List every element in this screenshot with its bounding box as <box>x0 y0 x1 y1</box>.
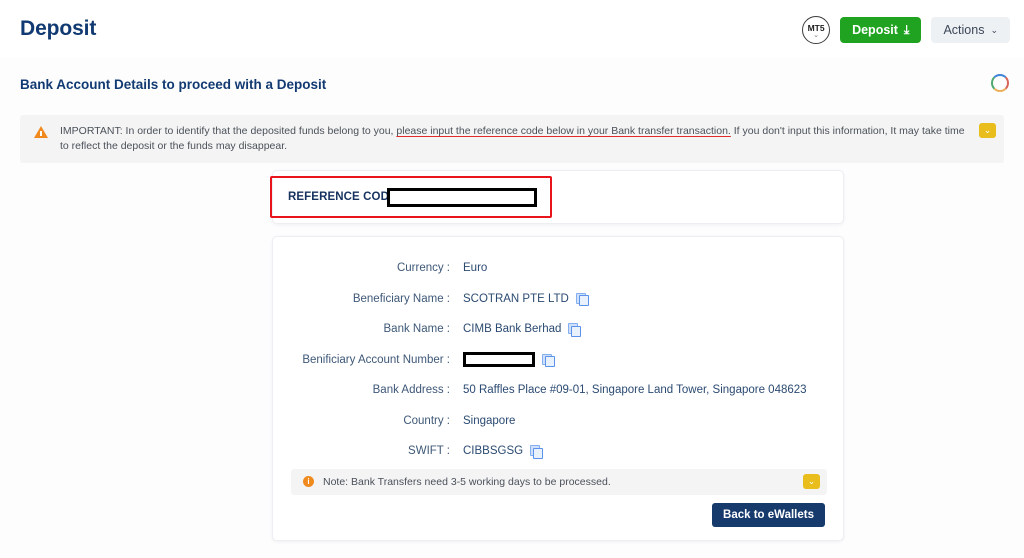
detail-value-text: Singapore <box>463 414 516 427</box>
top-bar: Deposit MT5 ⌄ Deposit ⤓ Actions ⌄ <box>0 0 1024 58</box>
detail-label: Benificiary Account Number : <box>302 353 450 366</box>
detail-value-text: CIBBSGSG <box>463 445 524 458</box>
important-banner: IMPORTANT: In order to identify that the… <box>20 115 1004 163</box>
detail-value-text: Euro <box>463 262 488 275</box>
account-number-redacted <box>463 352 535 368</box>
detail-label: Bank Name : <box>383 323 450 336</box>
actions-button[interactable]: Actions ⌄ <box>931 17 1010 43</box>
detail-value-text: 50 Raffles Place #09-01, Singapore Land … <box>463 384 807 397</box>
important-banner-collapse-icon[interactable]: ⌄ <box>979 123 996 138</box>
warning-triangle-icon <box>34 126 48 138</box>
detail-label: Country : <box>403 414 450 427</box>
page-title: Deposit <box>20 17 97 40</box>
detail-row: Bank Address : 50 Raffles Place #09-01, … <box>273 375 843 406</box>
detail-label: SWIFT : <box>408 445 450 458</box>
detail-row: SWIFT : CIBBSGSG <box>273 436 843 467</box>
top-bar-actions: MT5 ⌄ Deposit ⤓ Actions ⌄ <box>802 16 1010 44</box>
detail-value: CIMB Bank Berhad <box>463 323 582 337</box>
chevron-down-icon: ⌄ <box>990 24 998 35</box>
deposit-button-label: Deposit <box>852 23 898 37</box>
important-text-underlined: please input the reference code below in… <box>396 125 731 137</box>
chevron-down-icon: ⌄ <box>813 31 820 39</box>
detail-value: Euro <box>463 262 487 274</box>
deposit-page: Deposit MT5 ⌄ Deposit ⤓ Actions ⌄ Bank A… <box>0 0 1024 558</box>
detail-row: Country : Singapore <box>273 406 843 437</box>
detail-value <box>463 352 555 368</box>
copy-icon[interactable] <box>575 292 589 307</box>
mt5-account-badge[interactable]: MT5 ⌄ <box>802 16 831 44</box>
actions-button-label: Actions <box>943 23 985 37</box>
detail-value: SCOTRAN PTE LTD <box>463 292 589 307</box>
detail-row: Beneficiary Name : SCOTRAN PTE LTD <box>273 284 843 315</box>
copy-icon[interactable] <box>568 323 582 337</box>
info-icon: i <box>303 476 314 487</box>
section-heading: Bank Account Details to proceed with a D… <box>20 77 327 92</box>
copy-icon[interactable] <box>530 445 544 459</box>
detail-row: Currency : Euro <box>273 253 843 284</box>
important-text-before: IMPORTANT: In order to identify that the… <box>60 125 397 137</box>
detail-label: Beneficiary Name : <box>352 292 450 305</box>
detail-value-text: CIMB Bank Berhad <box>463 323 562 336</box>
detail-label: Bank Address : <box>372 384 450 397</box>
note-banner-collapse-icon[interactable]: ⌄ <box>803 474 820 489</box>
loading-spinner-icon <box>991 74 1009 92</box>
detail-value: 50 Raffles Place #09-01, Singapore Land … <box>463 384 807 396</box>
deposit-button[interactable]: Deposit ⤓ <box>840 17 922 43</box>
note-banner: i Note: Bank Transfers need 3-5 working … <box>291 469 827 495</box>
download-icon: ⤓ <box>903 22 910 37</box>
detail-row: Bank Name : CIMB Bank Berhad <box>273 314 843 345</box>
back-to-ewallets-button[interactable]: Back to eWallets <box>712 503 825 527</box>
detail-row: Benificiary Account Number : <box>273 345 843 376</box>
detail-value: Singapore <box>463 415 515 427</box>
important-banner-text: IMPORTANT: In order to identify that the… <box>60 124 970 154</box>
bank-details-card: Currency : Euro Beneficiary Name : SCOTR… <box>272 236 844 541</box>
detail-value: CIBBSGSG <box>463 445 544 459</box>
detail-value-text: SCOTRAN PTE LTD <box>463 292 569 305</box>
detail-label: Currency : <box>396 262 450 275</box>
note-banner-text: Note: Bank Transfers need 3-5 working da… <box>323 476 611 488</box>
copy-icon[interactable] <box>542 353 555 368</box>
reference-code-value-redacted <box>387 188 537 207</box>
